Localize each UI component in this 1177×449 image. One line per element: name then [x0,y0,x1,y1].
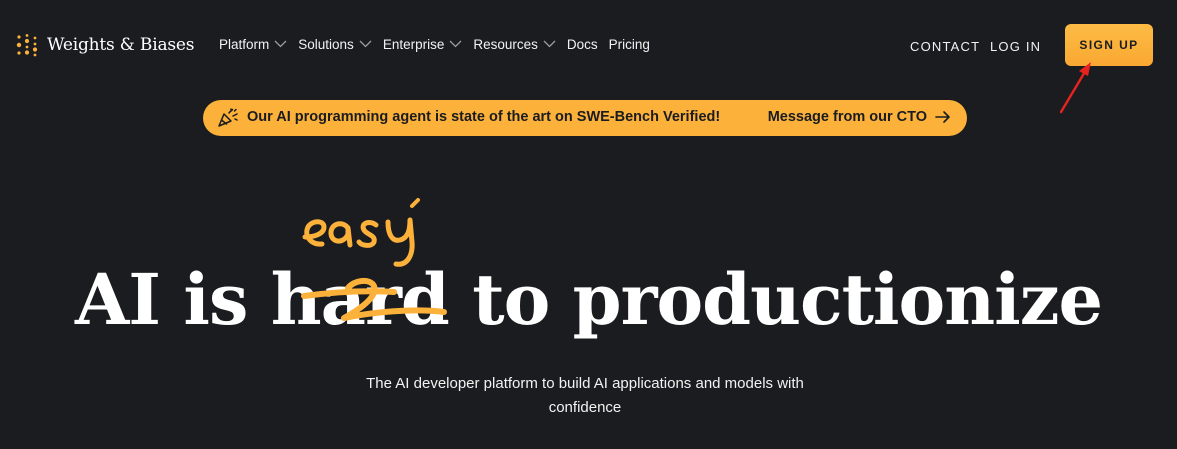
nav-item-enterprise[interactable]: Enterprise [383,35,463,53]
nav-item-label: Enterprise [382,36,445,52]
red-arrow-annotation-icon [1059,62,1091,114]
main-menu: Platform Solutions Enterprise Resources … [219,35,661,53]
party-popper-icon [218,108,238,127]
chevron-down-icon [543,40,556,48]
chevron-down-icon [274,40,287,48]
chevron-down-icon [449,40,462,48]
nav-item-label: Docs [566,36,598,52]
cto-message-link[interactable]: Message from our CTO [768,109,951,125]
struck-word: hard [270,258,450,341]
nav-item-label: Solutions [298,36,354,52]
nav-item-platform[interactable]: Platform [219,35,287,53]
nav-item-solutions[interactable]: Solutions [298,35,372,53]
nav-item-label: Pricing [608,36,650,52]
hero-headline: AI is hard to productionize [0,250,1177,350]
nav-item-resources[interactable]: Resources [473,35,556,53]
brand-name: Weights & Biases [47,35,195,55]
arrow-right-icon [935,111,950,123]
nav-item-pricing[interactable]: Pricing [609,35,650,53]
brand-logo[interactable]: Weights & Biases [16,32,194,58]
chevron-down-icon [359,40,372,48]
headline-prefix: AI is [74,258,271,341]
headline-suffix: to productionize [448,258,1103,341]
top-navigation: Weights & Biases Platform Solutions Ente… [0,0,1177,114]
banner-text: Our AI programming agent is state of the… [247,109,721,125]
hero-subtitle: The AI developer platform to build AI ap… [366,375,804,416]
cto-message-label: Message from our CTO [767,109,927,125]
nav-item-label: Platform [219,36,270,52]
nav-item-label: Resources [473,36,538,52]
nav-item-docs[interactable]: Docs [567,35,598,53]
login-link[interactable]: LOG IN [990,39,1041,54]
hero-section: AI is hard to productionize [0,250,1177,350]
announcement-banner[interactable]: Our AI programming agent is state of the… [203,100,967,136]
contact-link[interactable]: CONTACT [910,39,980,54]
dot-grid-logo-icon [16,34,38,57]
